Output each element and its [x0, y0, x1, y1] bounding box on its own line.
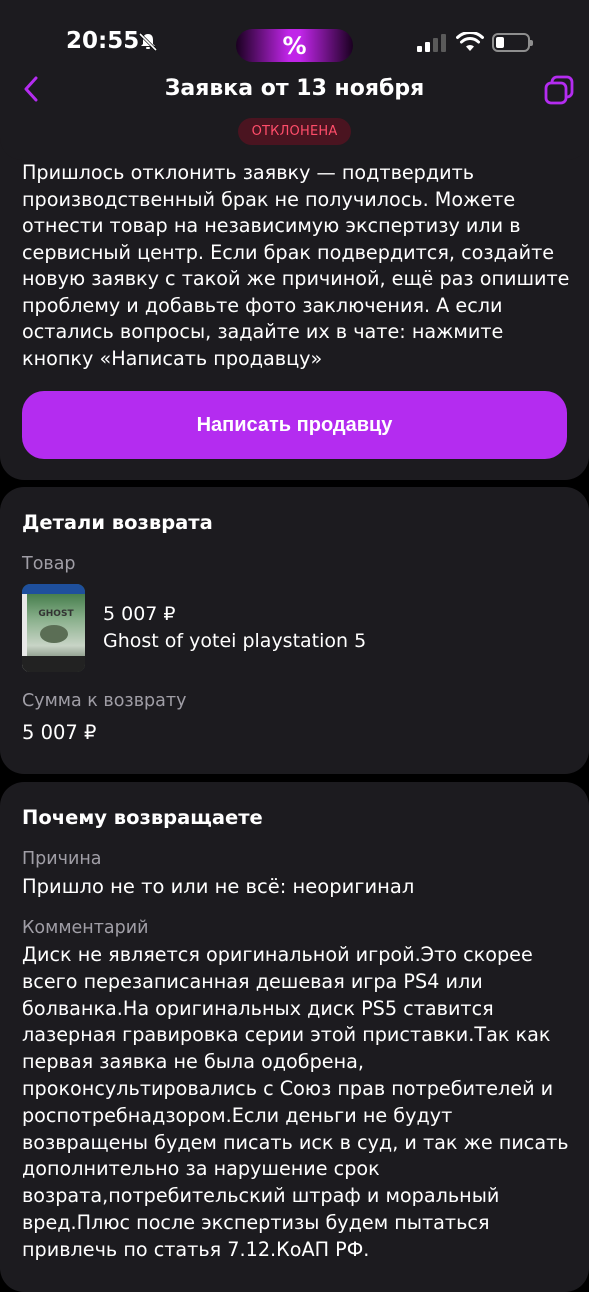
svg-text:GHOST: GHOST	[38, 609, 74, 619]
details-title: Детали возврата	[22, 511, 213, 534]
product-name[interactable]: Ghost of yotei playstation 5	[103, 630, 366, 652]
status-bar: 20:55 %	[0, 0, 589, 80]
return-details-card: Детали возврата Товар GHOST 5 007 ₽ Ghos…	[0, 487, 589, 774]
comment-value: Диск не является оригинальной игрой.Это …	[22, 943, 569, 1261]
return-reason-card: Почему возвращаете Причина Пришло не то …	[0, 782, 589, 1292]
header: Заявка от 13 ноября ОТКЛОНЕНА	[0, 70, 589, 160]
refund-value: 5 007 ₽	[22, 721, 97, 744]
signal-icon	[417, 34, 446, 52]
reason-label: Причина	[22, 849, 102, 869]
status-time: 20:55	[66, 28, 140, 54]
product-label: Товар	[22, 554, 76, 574]
refund-label: Сумма к возврату	[22, 691, 187, 711]
product-cover-art: GHOST	[22, 584, 85, 672]
reason-title: Почему возвращаете	[22, 806, 263, 829]
reason-value: Пришло не то или не всё: неоригинал	[22, 875, 415, 898]
status-badge: ОТКЛОНЕНА	[238, 118, 351, 145]
rejection-message: Пришлось отклонить заявку — подтвердить …	[22, 161, 570, 370]
product-image[interactable]: GHOST	[22, 584, 85, 672]
product-price: 5 007 ₽	[103, 603, 176, 625]
bell-muted-icon	[138, 32, 158, 52]
dynamic-island: %	[236, 29, 353, 62]
write-seller-button[interactable]: Написать продавцу	[22, 391, 567, 459]
copy-icon	[544, 75, 574, 105]
copy-button[interactable]	[543, 74, 575, 106]
page-title: Заявка от 13 ноября	[164, 76, 425, 101]
comment-label: Комментарий	[22, 918, 149, 938]
battery-icon	[492, 33, 533, 52]
wifi-icon	[456, 32, 484, 51]
